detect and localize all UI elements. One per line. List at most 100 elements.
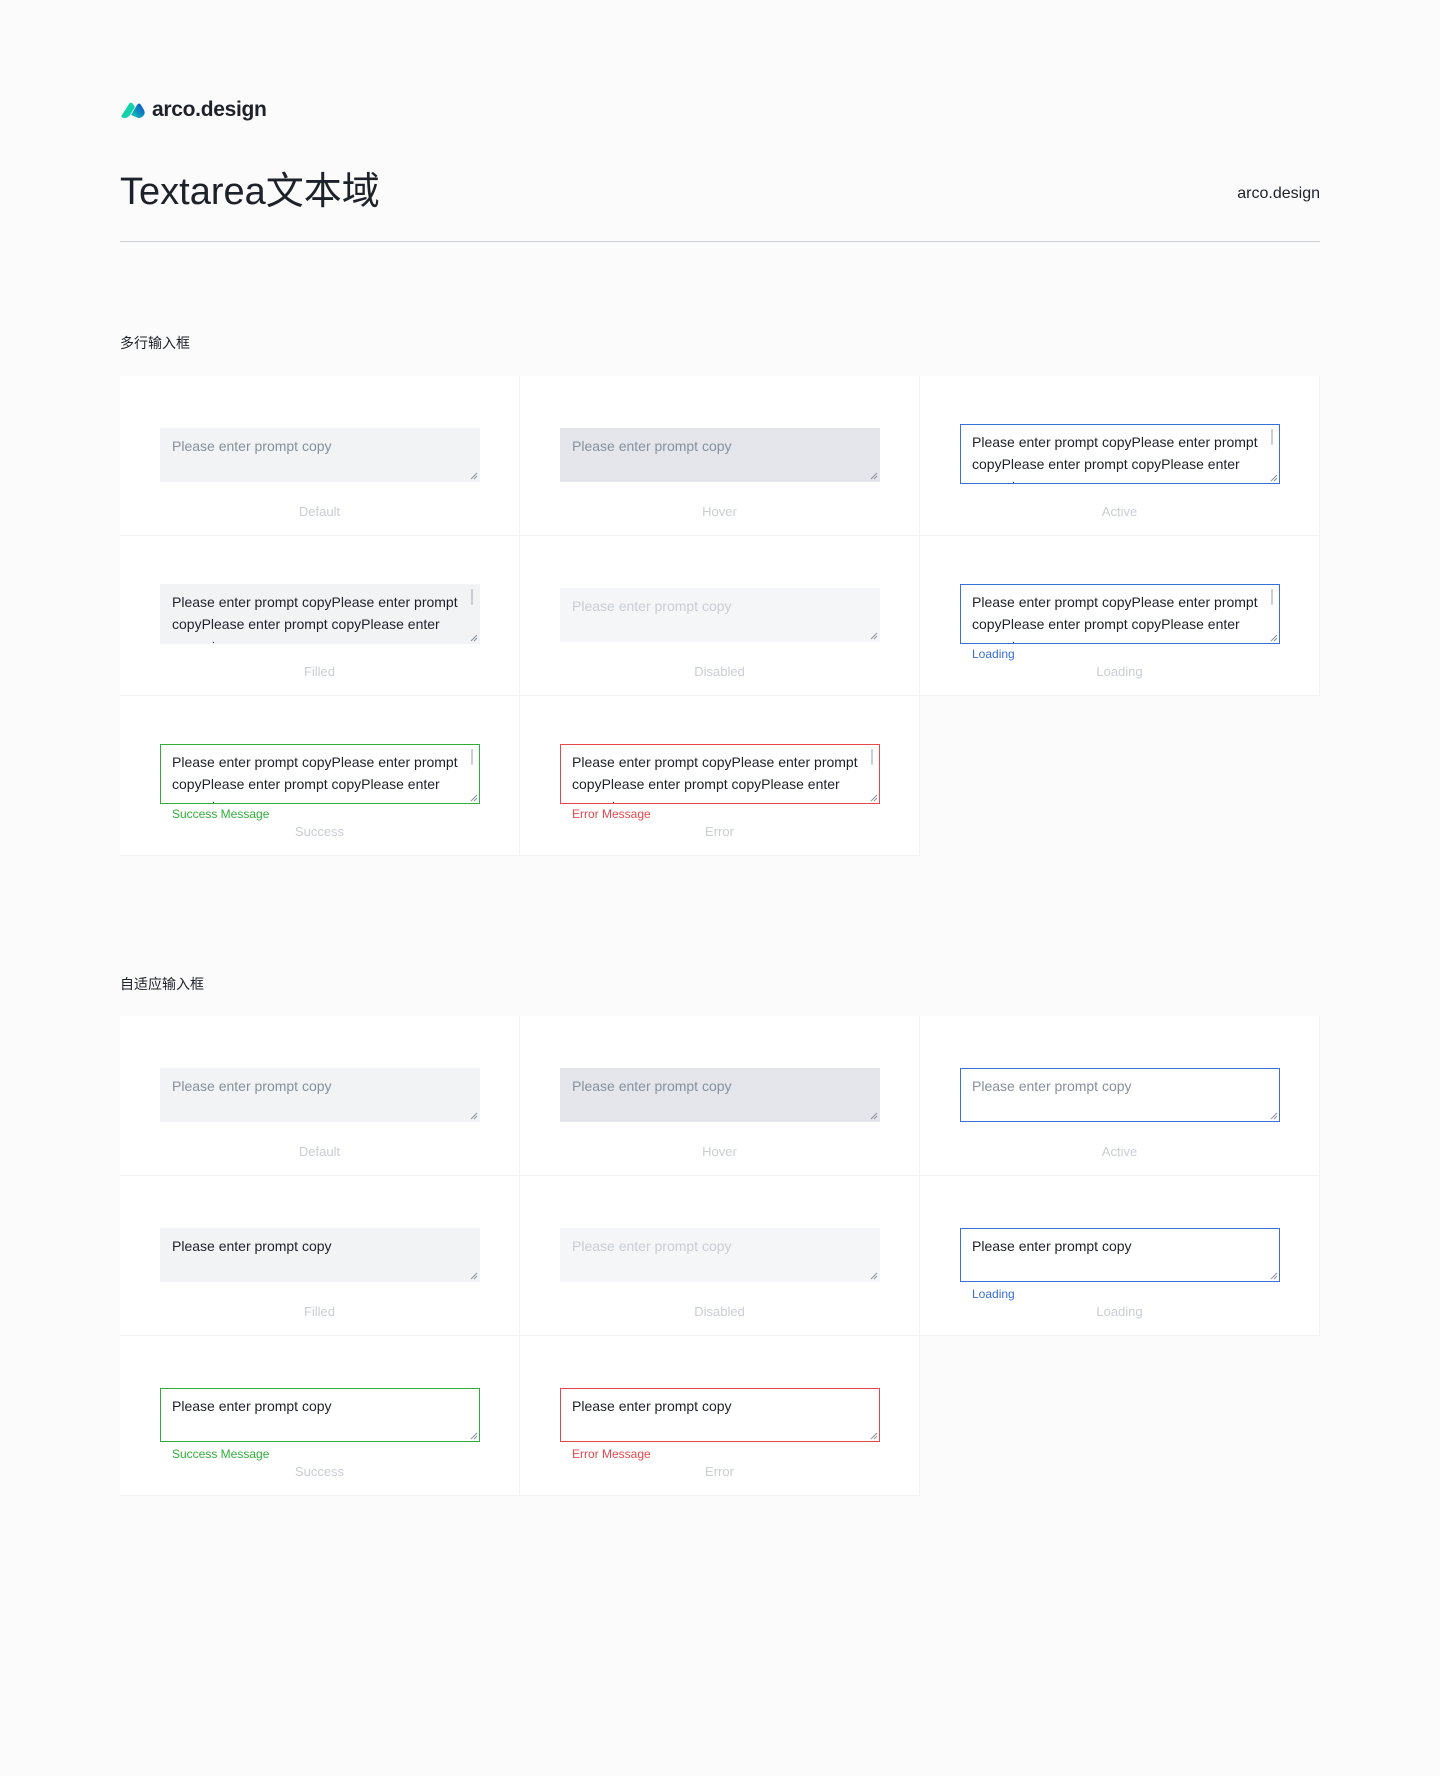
logo-text: arco.design	[152, 98, 267, 121]
empty-cell	[920, 696, 1320, 856]
brand-label: arco.design	[1237, 185, 1320, 202]
textarea-success[interactable]: Please enter prompt copyPlease enter pro…	[160, 744, 480, 804]
section-title-autosize: 自适应输入框	[120, 976, 204, 992]
textarea-value: Please enter prompt copy	[172, 1238, 332, 1254]
state-label: Filled	[303, 664, 336, 679]
textarea-default[interactable]: Please enter prompt copy	[160, 1068, 480, 1122]
arco-logo: arco.design	[120, 98, 267, 122]
textarea-default[interactable]: Please enter prompt copy	[160, 428, 480, 482]
resize-handle-icon[interactable]	[870, 1432, 878, 1440]
resize-handle-icon[interactable]	[1270, 634, 1278, 642]
textarea-value: Please enter prompt copyPlease enter pro…	[172, 754, 458, 803]
success-message: Success Message	[172, 807, 270, 821]
resize-handle-icon[interactable]	[1270, 474, 1278, 482]
state-label: Error	[705, 824, 734, 839]
textarea-placeholder: Please enter prompt copy	[972, 1078, 1132, 1094]
textarea-error[interactable]: Please enter prompt copyPlease enter pro…	[560, 744, 880, 804]
state-cell-active: Please enter prompt copy Active	[920, 1016, 1320, 1176]
textarea-value: Please enter prompt copy	[972, 1238, 1132, 1254]
state-cell-error: Please enter prompt copyPlease enter pro…	[520, 696, 920, 856]
state-cell-success: Please enter prompt copyPlease enter pro…	[120, 696, 520, 856]
state-label: Active	[1101, 504, 1138, 519]
textarea-filled[interactable]: Please enter prompt copy	[160, 1228, 480, 1282]
error-message: Error Message	[572, 1447, 651, 1461]
textarea-value: Please enter prompt copyPlease enter pro…	[972, 434, 1258, 483]
loading-message: Loading	[972, 647, 1015, 661]
textarea-placeholder: Please enter prompt copy	[572, 438, 732, 454]
scrollbar-thumb[interactable]	[871, 749, 873, 765]
header-divider	[120, 241, 1320, 242]
textarea-value: Please enter prompt copy	[172, 1398, 332, 1414]
state-label: Filled	[303, 1304, 336, 1319]
state-cell-default: Please enter prompt copy Default	[120, 376, 520, 536]
section-title-multiline: 多行输入框	[120, 335, 190, 351]
textarea-placeholder: Please enter prompt copy	[172, 438, 332, 454]
scrollbar-thumb[interactable]	[1271, 589, 1273, 605]
state-cell-active: Please enter prompt copyPlease enter pro…	[920, 376, 1320, 536]
scrollbar-thumb[interactable]	[471, 589, 473, 605]
scrollbar-thumb[interactable]	[1271, 429, 1273, 445]
textarea-states-grid-multiline: Please enter prompt copy Default Please en…	[120, 376, 1320, 856]
state-cell-error: Please enter prompt copy Error Message Err…	[520, 1336, 920, 1496]
textarea-hover[interactable]: Please enter prompt copy	[560, 1068, 880, 1122]
state-cell-filled: Please enter prompt copyPlease enter pro…	[120, 536, 520, 696]
state-cell-disabled: Please enter prompt copy Disabled	[520, 1176, 920, 1336]
resize-handle-icon[interactable]	[470, 1272, 478, 1280]
resize-handle-icon[interactable]	[870, 472, 878, 480]
error-message: Error Message	[572, 807, 651, 821]
resize-handle-icon[interactable]	[470, 634, 478, 642]
state-label: Loading	[1096, 664, 1143, 679]
textarea-value: Please enter prompt copy	[572, 1398, 732, 1414]
resize-handle-icon[interactable]	[470, 1432, 478, 1440]
state-label: Disabled	[694, 664, 745, 679]
resize-handle-icon[interactable]	[870, 1112, 878, 1120]
textarea-placeholder: Please enter prompt copy	[572, 1238, 732, 1254]
textarea-loading[interactable]: Please enter prompt copyPlease enter pro…	[960, 584, 1280, 644]
textarea-placeholder: Please enter prompt copy	[172, 1078, 332, 1094]
resize-handle-icon[interactable]	[470, 1112, 478, 1120]
textarea-loading[interactable]: Please enter prompt copy	[960, 1228, 1280, 1282]
textarea-active[interactable]: Please enter prompt copy	[960, 1068, 1280, 1122]
state-cell-hover: Please enter prompt copy Hover	[520, 376, 920, 536]
textarea-disabled: Please enter prompt copy	[560, 588, 880, 642]
resize-handle-icon[interactable]	[470, 472, 478, 480]
resize-handle-icon[interactable]	[870, 794, 878, 802]
state-cell-success: Please enter prompt copy Success Message S…	[120, 1336, 520, 1496]
textarea-disabled: Please enter prompt copy	[560, 1228, 880, 1282]
loading-message: Loading	[972, 1287, 1015, 1301]
textarea-hover[interactable]: Please enter prompt copy	[560, 428, 880, 482]
textarea-value: Please enter prompt copyPlease enter pro…	[572, 754, 858, 803]
textarea-value: Please enter prompt copyPlease enter pro…	[172, 594, 458, 643]
resize-handle-icon[interactable]	[470, 794, 478, 802]
resize-handle-icon[interactable]	[1270, 1272, 1278, 1280]
state-label: Hover	[702, 1144, 737, 1159]
textarea-placeholder: Please enter prompt copy	[572, 1078, 732, 1094]
textarea-value: Please enter prompt copyPlease enter pro…	[972, 594, 1258, 643]
scrollbar-thumb[interactable]	[471, 749, 473, 765]
textarea-placeholder: Please enter prompt copy	[572, 598, 732, 614]
state-label: Hover	[702, 504, 737, 519]
state-cell-default: Please enter prompt copy Default	[120, 1016, 520, 1176]
page-title: Textarea文本域	[120, 171, 380, 213]
resize-handle-icon[interactable]	[870, 1272, 878, 1280]
state-cell-hover: Please enter prompt copy Hover	[520, 1016, 920, 1176]
state-label: Error	[705, 1464, 734, 1479]
state-cell-loading: Please enter prompt copyPlease enter pro…	[920, 536, 1320, 696]
empty-cell	[920, 1336, 1320, 1496]
arco-logo-icon	[121, 102, 145, 118]
state-label: Success	[294, 824, 345, 839]
textarea-states-grid-autosize: Please enter prompt copy Default Please en…	[120, 1016, 1320, 1496]
success-message: Success Message	[172, 1447, 270, 1461]
resize-handle-icon[interactable]	[870, 632, 878, 640]
state-cell-disabled: Please enter prompt copy Disabled	[520, 536, 920, 696]
state-label: Disabled	[694, 1304, 745, 1319]
textarea-filled[interactable]: Please enter prompt copyPlease enter pro…	[160, 584, 480, 644]
state-cell-filled: Please enter prompt copy Filled	[120, 1176, 520, 1336]
state-cell-loading: Please enter prompt copy Loading Loading	[920, 1176, 1320, 1336]
resize-handle-icon[interactable]	[1270, 1112, 1278, 1120]
state-label: Default	[298, 504, 341, 519]
state-label: Active	[1101, 1144, 1138, 1159]
textarea-active[interactable]: Please enter prompt copyPlease enter pro…	[960, 424, 1280, 484]
textarea-success[interactable]: Please enter prompt copy	[160, 1388, 480, 1442]
textarea-error[interactable]: Please enter prompt copy	[560, 1388, 880, 1442]
